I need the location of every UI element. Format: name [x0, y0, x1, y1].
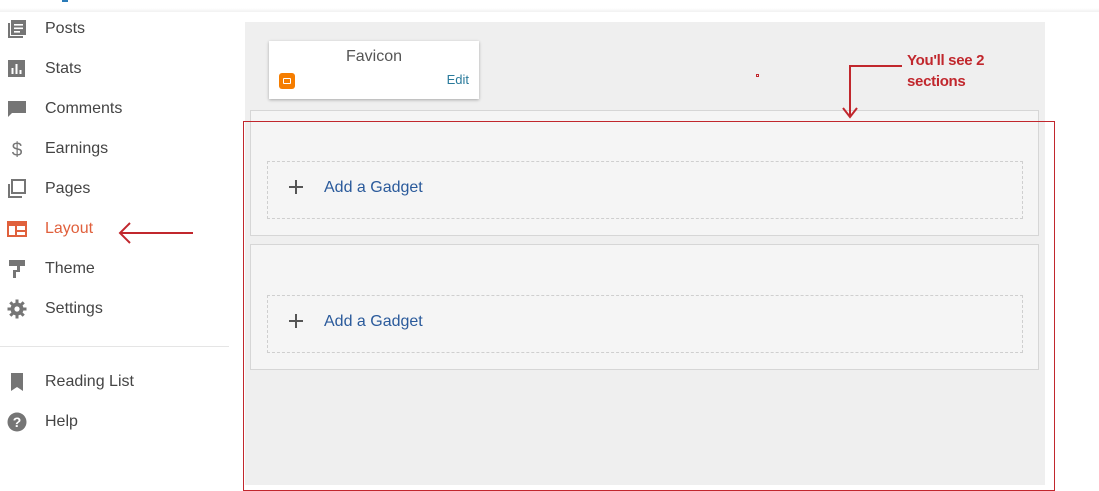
sidebar-item-settings[interactable]: Settings: [0, 289, 230, 329]
sidebar-item-posts[interactable]: Posts: [0, 9, 230, 49]
sidebar-item-label: Stats: [45, 60, 82, 77]
sidebar-item-pages[interactable]: Pages: [0, 169, 230, 209]
sidebar-item-label: Layout: [45, 220, 94, 237]
layout-icon: [7, 219, 27, 239]
bookmark-icon: [7, 372, 27, 392]
pages-icon: [7, 179, 27, 199]
svg-text:?: ?: [13, 414, 22, 430]
posts-icon: [7, 19, 27, 39]
gear-icon: [7, 299, 27, 319]
sidebar-item-earnings[interactable]: $ Earnings: [0, 129, 230, 169]
favicon-gadget-title: Favicon: [345, 48, 403, 65]
annotation-arrow-down-icon: [842, 65, 902, 119]
sidebar-item-theme[interactable]: Theme: [0, 249, 230, 289]
sidebar-item-help[interactable]: ? Help: [0, 402, 230, 442]
annotation-text: You'll see 2 sections: [907, 52, 985, 90]
sidebar-item-label: Comments: [45, 100, 123, 117]
help-icon: ?: [7, 412, 27, 432]
sidebar-item-label: Settings: [45, 300, 103, 317]
sidebar-item-label: Pages: [45, 180, 91, 197]
sidebar-divider: [0, 346, 229, 347]
sidebar-item-stats[interactable]: Stats: [0, 49, 230, 89]
stats-icon: [7, 59, 27, 79]
sidebar-item-reading-list[interactable]: Reading List: [0, 362, 230, 402]
svg-text:$: $: [12, 140, 23, 159]
sidebar-item-label: Reading List: [45, 373, 134, 390]
sidebar-item-label: Posts: [45, 20, 86, 37]
comments-icon: [7, 99, 27, 119]
sidebar-item-label: Help: [45, 413, 78, 430]
dollar-icon: $: [7, 139, 27, 159]
sidebar-item-label: Earnings: [45, 140, 109, 157]
favicon-edit-link[interactable]: Edit: [447, 72, 469, 87]
sidebar-item-comments[interactable]: Comments: [0, 89, 230, 129]
annotation-arrow-left-icon: [118, 222, 193, 244]
annotation-marker: [756, 74, 759, 77]
favicon-gadget: Favicon Edit: [269, 41, 479, 99]
annotation-highlight-box: [243, 121, 1055, 491]
paint-roller-icon: [7, 259, 27, 279]
blogger-icon: [279, 73, 295, 89]
sidebar-item-label: Theme: [45, 260, 95, 277]
